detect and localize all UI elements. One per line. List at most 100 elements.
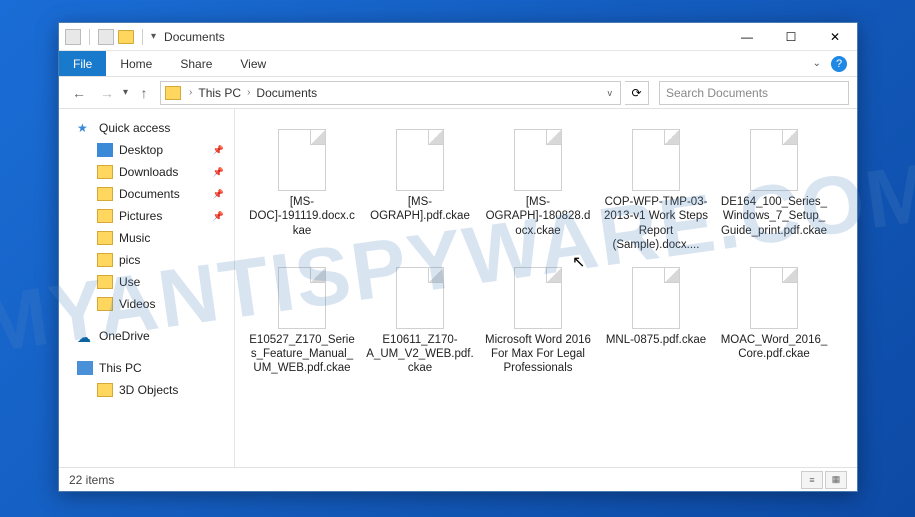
pin-icon: 📌	[213, 145, 224, 156]
breadcrumb-item[interactable]: This PC	[196, 86, 243, 100]
file-item[interactable]: [MS-OGRAPH].pdf.ckae	[361, 123, 479, 259]
status-bar: 22 items ≡ ▦	[59, 467, 857, 491]
tree-label: pics	[119, 253, 140, 267]
up-button[interactable]: ↑	[132, 81, 156, 105]
maximize-button[interactable]: ☐	[769, 23, 813, 51]
folder-icon	[97, 165, 113, 179]
thumbnails-view-button[interactable]: ▦	[825, 471, 847, 489]
pin-icon: 📌	[213, 211, 224, 222]
separator	[89, 29, 90, 45]
ribbon-tab-view[interactable]: View	[226, 51, 280, 76]
tree-label: Quick access	[99, 121, 170, 135]
titlebar: ▾ Documents — ☐ ✕	[59, 23, 857, 51]
ribbon-tab-share[interactable]: Share	[166, 51, 226, 76]
folder-icon	[97, 253, 113, 267]
back-button[interactable]: ←	[67, 81, 91, 105]
file-name: [MS-OGRAPH].pdf.ckae	[365, 195, 475, 224]
qat-new-icon[interactable]	[98, 29, 114, 45]
details-view-button[interactable]: ≡	[801, 471, 823, 489]
desktop-icon	[97, 143, 113, 157]
folder-icon	[97, 209, 113, 223]
window-controls: — ☐ ✕	[725, 23, 857, 51]
pin-icon: 📌	[213, 167, 224, 178]
explorer-window: ▾ Documents — ☐ ✕ File Home Share View ⌄…	[58, 22, 858, 492]
tree-label: Downloads	[119, 165, 178, 179]
navigation-bar: ← → ▾ ↑ › This PC › Documents v ⟳ Search…	[59, 77, 857, 109]
forward-button[interactable]: →	[95, 81, 119, 105]
file-item[interactable]: Microsoft Word 2016 For Max For Legal Pr…	[479, 261, 597, 382]
separator	[142, 29, 143, 45]
history-dropdown-icon[interactable]: ▾	[123, 87, 128, 98]
file-name: MNL-0875.pdf.ckae	[606, 333, 706, 347]
file-icon	[396, 129, 444, 191]
file-item[interactable]: DE164_100_Series_Windows_7_Setup_Guide_p…	[715, 123, 833, 259]
tree-label: Music	[119, 231, 150, 245]
sidebar-item-pictures[interactable]: Pictures📌	[59, 205, 234, 227]
sidebar-item-desktop[interactable]: Desktop 📌	[59, 139, 234, 161]
file-list[interactable]: [MS-DOC]-191119.docx.ckae [MS-OGRAPH].pdf…	[235, 109, 857, 467]
file-name: MOAC_Word_2016_Core.pdf.ckae	[719, 333, 829, 362]
file-item[interactable]: E10611_Z170-A_UM_V2_WEB.pdf.ckae	[361, 261, 479, 382]
folder-icon	[165, 86, 181, 100]
address-dropdown-icon[interactable]: v	[604, 88, 617, 98]
file-icon	[632, 267, 680, 329]
sidebar-quick-access[interactable]: Quick access	[59, 117, 234, 139]
chevron-right-icon[interactable]: ›	[185, 87, 196, 98]
sidebar-item-documents[interactable]: Documents 📌	[59, 183, 234, 205]
quick-access-toolbar: ▾	[65, 29, 156, 45]
item-count: 22 items	[69, 473, 114, 487]
file-item[interactable]: [MS-OGRAPH]-180828.docx.ckae	[479, 123, 597, 259]
star-icon	[77, 121, 93, 135]
file-item[interactable]: MNL-0875.pdf.ckae	[597, 261, 715, 382]
file-name: Microsoft Word 2016 For Max For Legal Pr…	[483, 333, 593, 376]
sidebar-onedrive[interactable]: OneDrive	[59, 325, 234, 347]
chevron-right-icon[interactable]: ›	[243, 87, 254, 98]
file-item[interactable]: MOAC_Word_2016_Core.pdf.ckae	[715, 261, 833, 382]
file-item[interactable]: E10527_Z170_Series_Feature_Manual_UM_WEB…	[243, 261, 361, 382]
search-input[interactable]: Search Documents	[659, 81, 849, 105]
sidebar-item-videos[interactable]: Videos	[59, 293, 234, 315]
file-item[interactable]: [MS-DOC]-191119.docx.ckae	[243, 123, 361, 259]
cloud-icon	[77, 329, 93, 343]
sidebar-item-music[interactable]: Music	[59, 227, 234, 249]
sidebar-item-use[interactable]: Use	[59, 271, 234, 293]
sidebar-item-downloads[interactable]: Downloads 📌	[59, 161, 234, 183]
tree-label: This PC	[99, 361, 142, 375]
folder-icon	[97, 187, 113, 201]
file-icon	[514, 129, 562, 191]
qat-properties-icon[interactable]	[65, 29, 81, 45]
refresh-button[interactable]: ⟳	[625, 81, 649, 105]
file-icon	[750, 267, 798, 329]
folder-icon	[97, 297, 113, 311]
file-icon	[278, 267, 326, 329]
tree-label: Videos	[119, 297, 155, 311]
minimize-button[interactable]: —	[725, 23, 769, 51]
ribbon-tab-file[interactable]: File	[59, 51, 106, 76]
folder-icon	[97, 231, 113, 245]
window-title: Documents	[164, 30, 225, 44]
qat-folder-icon[interactable]	[118, 30, 134, 44]
sidebar-item-pics[interactable]: pics	[59, 249, 234, 271]
file-item[interactable]: COP-WFP-TMP-03-2013-v1 Work Steps Report…	[597, 123, 715, 259]
file-icon	[750, 129, 798, 191]
ribbon: File Home Share View ⌄ ?	[59, 51, 857, 77]
help-icon[interactable]: ?	[831, 56, 847, 72]
ribbon-tab-home[interactable]: Home	[106, 51, 166, 76]
folder-icon	[97, 275, 113, 289]
navigation-pane: Quick access Desktop📌Downloads📌Documents…	[59, 109, 235, 467]
tree-label: 3D Objects	[119, 383, 178, 397]
tree-label: OneDrive	[99, 329, 150, 343]
file-icon	[278, 129, 326, 191]
sidebar-this-pc[interactable]: This PC	[59, 357, 234, 379]
sidebar-item-3d-objects[interactable]: 3D Objects	[59, 379, 234, 401]
file-name: [MS-DOC]-191119.docx.ckae	[247, 195, 357, 238]
address-bar[interactable]: › This PC › Documents v	[160, 81, 621, 105]
file-name: COP-WFP-TMP-03-2013-v1 Work Steps Report…	[601, 195, 711, 253]
qat-dropdown-icon[interactable]: ▾	[151, 31, 156, 42]
ribbon-expand-icon[interactable]: ⌄	[813, 58, 821, 69]
close-button[interactable]: ✕	[813, 23, 857, 51]
pin-icon: 📌	[213, 189, 224, 200]
breadcrumb-item[interactable]: Documents	[254, 86, 319, 100]
tree-label: Documents	[119, 187, 180, 201]
tree-label: Desktop	[119, 143, 163, 157]
